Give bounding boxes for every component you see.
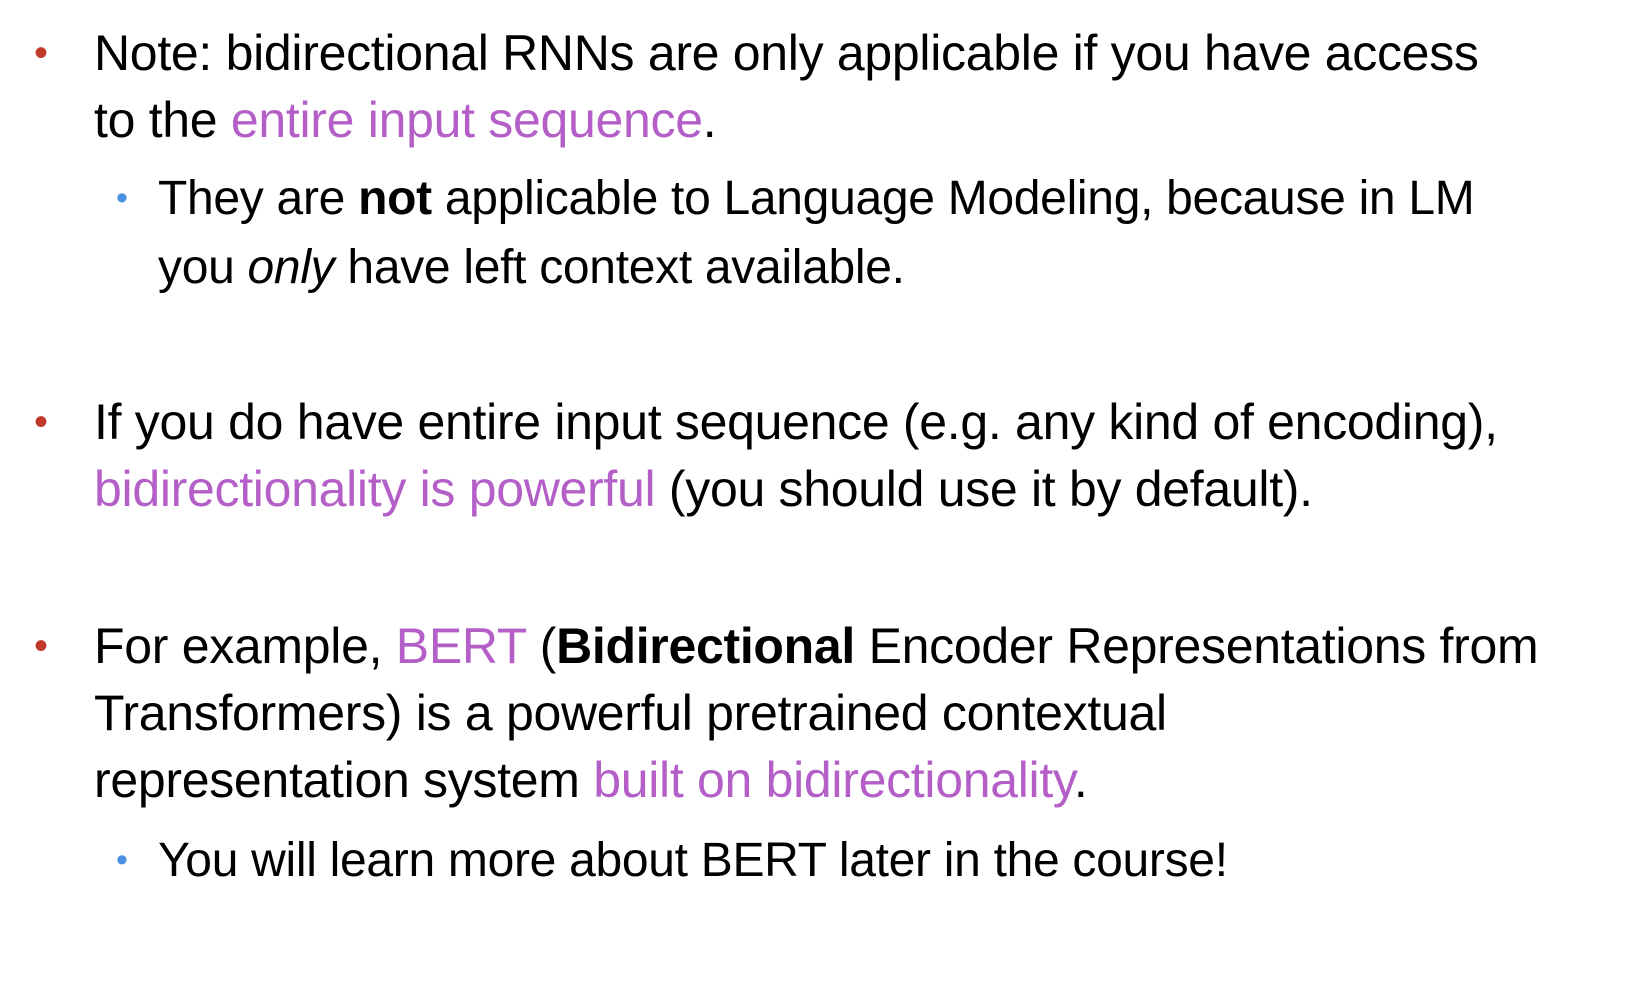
text: . — [1073, 752, 1088, 808]
text: you — [158, 241, 248, 294]
slide: • Note: bidirectional RNNs are only appl… — [0, 0, 1636, 990]
bullet-2-line-2: bidirectionality is powerful (you should… — [94, 456, 1594, 523]
bullet-1: • Note: bidirectional RNNs are only appl… — [34, 20, 1594, 154]
text: have left context available. — [334, 241, 905, 294]
bullet-3-line-2: Transformers) is a powerful pretrained c… — [94, 685, 1167, 741]
bullet-2-line-1: If you do have entire input sequence (e.… — [94, 394, 1498, 450]
sub-bullet-1-line-2: you only have left context available. — [158, 233, 1608, 302]
text: representation system — [94, 752, 594, 808]
bold-text: Bidirectional — [556, 618, 855, 674]
bullet-1-line-1: Note: bidirectional RNNs are only applic… — [94, 25, 1479, 81]
bullet-3-line-1: For example, BERT (Bidirectional Encoder… — [94, 613, 1594, 680]
highlight-text: entire input sequence — [230, 92, 703, 148]
text: (you should use it by default). — [655, 461, 1313, 517]
text: applicable to Language Modeling, because… — [431, 172, 1475, 225]
bullet-marker: • — [34, 31, 48, 75]
text: They are — [158, 172, 359, 225]
text: . — [702, 92, 717, 148]
italic-text: only — [247, 241, 335, 294]
sub-bullet-1-line-1: They are not applicable to Language Mode… — [158, 164, 1608, 233]
bullet-marker: • — [34, 624, 48, 668]
text: ( — [526, 618, 557, 674]
sub-bullet-1: • They are not applicable to Language Mo… — [116, 164, 1608, 302]
bullet-3: • For example, BERT (Bidirectional Encod… — [34, 613, 1594, 814]
sub-bullet-marker: • — [116, 179, 128, 217]
text: Encoder Representations from — [855, 618, 1539, 674]
highlight-text: BERT — [395, 618, 527, 674]
highlight-text: bidirectionality is powerful — [94, 461, 656, 517]
bullet-marker: • — [34, 400, 48, 444]
bullet-2: • If you do have entire input sequence (… — [34, 389, 1594, 523]
text: For example, — [94, 618, 396, 674]
sub-bullet-marker: • — [116, 841, 128, 879]
bullet-1-line-2: to the entire input sequence. — [94, 87, 1594, 154]
highlight-text: built on bidirectionality — [593, 752, 1074, 808]
text: to the — [94, 92, 231, 148]
sub-bullet-3: • You will learn more about BERT later i… — [116, 826, 1608, 895]
bullet-3-line-3: representation system built on bidirecti… — [94, 747, 1594, 814]
bold-text: not — [358, 172, 432, 225]
sub-bullet-3-line-1: You will learn more about BERT later in … — [158, 834, 1228, 887]
